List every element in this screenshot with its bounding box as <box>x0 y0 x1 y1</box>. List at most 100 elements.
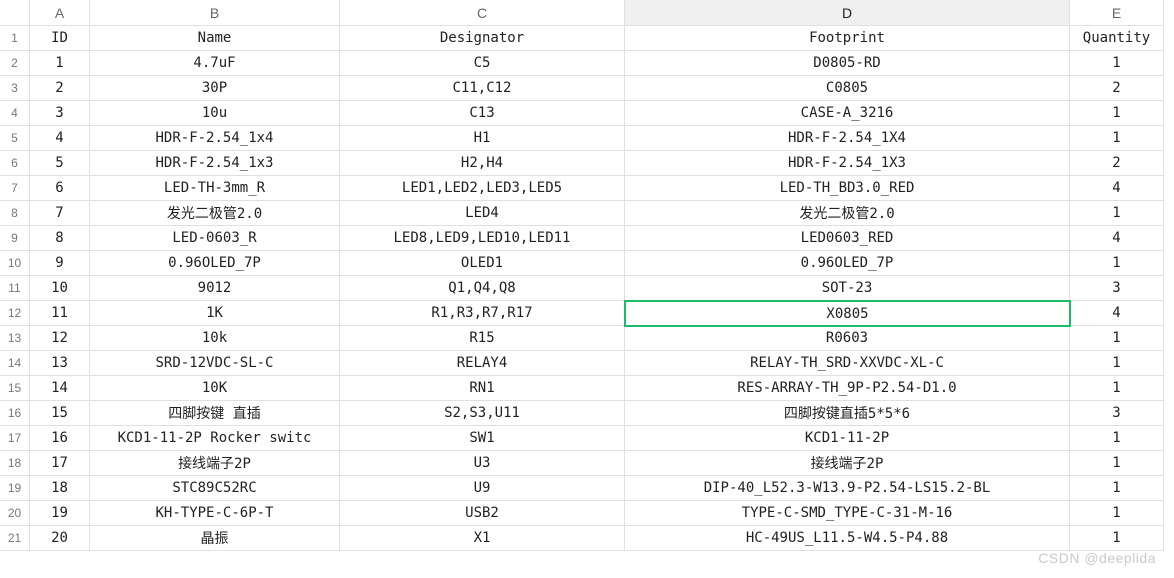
cell-C10[interactable]: OLED1 <box>340 251 625 276</box>
cell-B4[interactable]: 10u <box>90 101 340 126</box>
cell-A20[interactable]: 19 <box>30 501 90 526</box>
header-cell-E[interactable]: Quantity <box>1070 26 1164 51</box>
cell-B11[interactable]: 9012 <box>90 276 340 301</box>
cell-D18[interactable]: 接线端子2P <box>625 451 1070 476</box>
col-header-B[interactable]: B <box>90 0 340 26</box>
col-header-D[interactable]: D <box>625 0 1070 26</box>
header-cell-B[interactable]: Name <box>90 26 340 51</box>
cell-E20[interactable]: 1 <box>1070 501 1164 526</box>
cell-A16[interactable]: 15 <box>30 401 90 426</box>
cell-C21[interactable]: X1 <box>340 526 625 551</box>
cell-B17[interactable]: KCD1-11-2P Rocker switc <box>90 426 340 451</box>
cell-B8[interactable]: 发光二极管2.0 <box>90 201 340 226</box>
row-header-11[interactable]: 11 <box>0 276 30 301</box>
cell-E3[interactable]: 2 <box>1070 76 1164 101</box>
row-header-9[interactable]: 9 <box>0 226 30 251</box>
row-header-17[interactable]: 17 <box>0 426 30 451</box>
cell-D6[interactable]: HDR-F-2.54_1X3 <box>625 151 1070 176</box>
cell-A13[interactable]: 12 <box>30 326 90 351</box>
cell-D21[interactable]: HC-49US_L11.5-W4.5-P4.88 <box>625 526 1070 551</box>
row-header-4[interactable]: 4 <box>0 101 30 126</box>
cell-C19[interactable]: U9 <box>340 476 625 501</box>
header-cell-D[interactable]: Footprint <box>625 26 1070 51</box>
cell-B5[interactable]: HDR-F-2.54_1x4 <box>90 126 340 151</box>
cell-E10[interactable]: 1 <box>1070 251 1164 276</box>
cell-E21[interactable]: 1 <box>1070 526 1164 551</box>
cell-A10[interactable]: 9 <box>30 251 90 276</box>
cell-C8[interactable]: LED4 <box>340 201 625 226</box>
cell-B14[interactable]: SRD-12VDC-SL-C <box>90 351 340 376</box>
cell-B10[interactable]: 0.96OLED_7P <box>90 251 340 276</box>
cell-C7[interactable]: LED1,LED2,LED3,LED5 <box>340 176 625 201</box>
cell-D2[interactable]: D0805-RD <box>625 51 1070 76</box>
cell-E2[interactable]: 1 <box>1070 51 1164 76</box>
cell-D4[interactable]: CASE-A_3216 <box>625 101 1070 126</box>
cell-C9[interactable]: LED8,LED9,LED10,LED11 <box>340 226 625 251</box>
cell-C6[interactable]: H2,H4 <box>340 151 625 176</box>
cell-A3[interactable]: 2 <box>30 76 90 101</box>
cell-C11[interactable]: Q1,Q4,Q8 <box>340 276 625 301</box>
cell-B6[interactable]: HDR-F-2.54_1x3 <box>90 151 340 176</box>
row-header-13[interactable]: 13 <box>0 326 30 351</box>
row-header-1[interactable]: 1 <box>0 26 30 51</box>
cell-D5[interactable]: HDR-F-2.54_1X4 <box>625 126 1070 151</box>
cell-D12[interactable]: X0805 <box>624 300 1071 327</box>
spreadsheet-grid[interactable]: ABCDE1IDNameDesignatorFootprintQuantity2… <box>0 0 1174 551</box>
cell-D14[interactable]: RELAY-TH_SRD-XXVDC-XL-C <box>625 351 1070 376</box>
cell-A4[interactable]: 3 <box>30 101 90 126</box>
cell-E14[interactable]: 1 <box>1070 351 1164 376</box>
cell-B19[interactable]: STC89C52RC <box>90 476 340 501</box>
col-header-A[interactable]: A <box>30 0 90 26</box>
cell-D10[interactable]: 0.96OLED_7P <box>625 251 1070 276</box>
cell-B21[interactable]: 晶振 <box>90 526 340 551</box>
row-header-19[interactable]: 19 <box>0 476 30 501</box>
cell-D17[interactable]: KCD1-11-2P <box>625 426 1070 451</box>
cell-E19[interactable]: 1 <box>1070 476 1164 501</box>
col-header-C[interactable]: C <box>340 0 625 26</box>
cell-E7[interactable]: 4 <box>1070 176 1164 201</box>
cell-E4[interactable]: 1 <box>1070 101 1164 126</box>
header-cell-C[interactable]: Designator <box>340 26 625 51</box>
row-header-8[interactable]: 8 <box>0 201 30 226</box>
cell-A6[interactable]: 5 <box>30 151 90 176</box>
row-header-12[interactable]: 12 <box>0 301 30 326</box>
cell-B15[interactable]: 10K <box>90 376 340 401</box>
cell-E6[interactable]: 2 <box>1070 151 1164 176</box>
cell-E15[interactable]: 1 <box>1070 376 1164 401</box>
cell-E5[interactable]: 1 <box>1070 126 1164 151</box>
row-header-14[interactable]: 14 <box>0 351 30 376</box>
cell-B12[interactable]: 1K <box>90 301 340 326</box>
cell-D13[interactable]: R0603 <box>625 326 1070 351</box>
cell-A7[interactable]: 6 <box>30 176 90 201</box>
cell-C18[interactable]: U3 <box>340 451 625 476</box>
cell-B7[interactable]: LED-TH-3mm_R <box>90 176 340 201</box>
cell-C16[interactable]: S2,S3,U11 <box>340 401 625 426</box>
cell-A21[interactable]: 20 <box>30 526 90 551</box>
cell-B9[interactable]: LED-0603_R <box>90 226 340 251</box>
cell-D3[interactable]: C0805 <box>625 76 1070 101</box>
row-header-21[interactable]: 21 <box>0 526 30 551</box>
cell-C3[interactable]: C11,C12 <box>340 76 625 101</box>
cell-A9[interactable]: 8 <box>30 226 90 251</box>
row-header-7[interactable]: 7 <box>0 176 30 201</box>
cell-A8[interactable]: 7 <box>30 201 90 226</box>
cell-A14[interactable]: 13 <box>30 351 90 376</box>
cell-D19[interactable]: DIP-40_L52.3-W13.9-P2.54-LS15.2-BL <box>625 476 1070 501</box>
cell-E17[interactable]: 1 <box>1070 426 1164 451</box>
cell-A2[interactable]: 1 <box>30 51 90 76</box>
cell-C4[interactable]: C13 <box>340 101 625 126</box>
cell-B18[interactable]: 接线端子2P <box>90 451 340 476</box>
cell-D7[interactable]: LED-TH_BD3.0_RED <box>625 176 1070 201</box>
cell-A17[interactable]: 16 <box>30 426 90 451</box>
row-header-5[interactable]: 5 <box>0 126 30 151</box>
cell-A12[interactable]: 11 <box>30 301 90 326</box>
row-header-2[interactable]: 2 <box>0 51 30 76</box>
cell-C17[interactable]: SW1 <box>340 426 625 451</box>
header-cell-A[interactable]: ID <box>30 26 90 51</box>
row-header-16[interactable]: 16 <box>0 401 30 426</box>
cell-E13[interactable]: 1 <box>1070 326 1164 351</box>
cell-C2[interactable]: C5 <box>340 51 625 76</box>
cell-A15[interactable]: 14 <box>30 376 90 401</box>
cell-D20[interactable]: TYPE-C-SMD_TYPE-C-31-M-16 <box>625 501 1070 526</box>
cell-E11[interactable]: 3 <box>1070 276 1164 301</box>
